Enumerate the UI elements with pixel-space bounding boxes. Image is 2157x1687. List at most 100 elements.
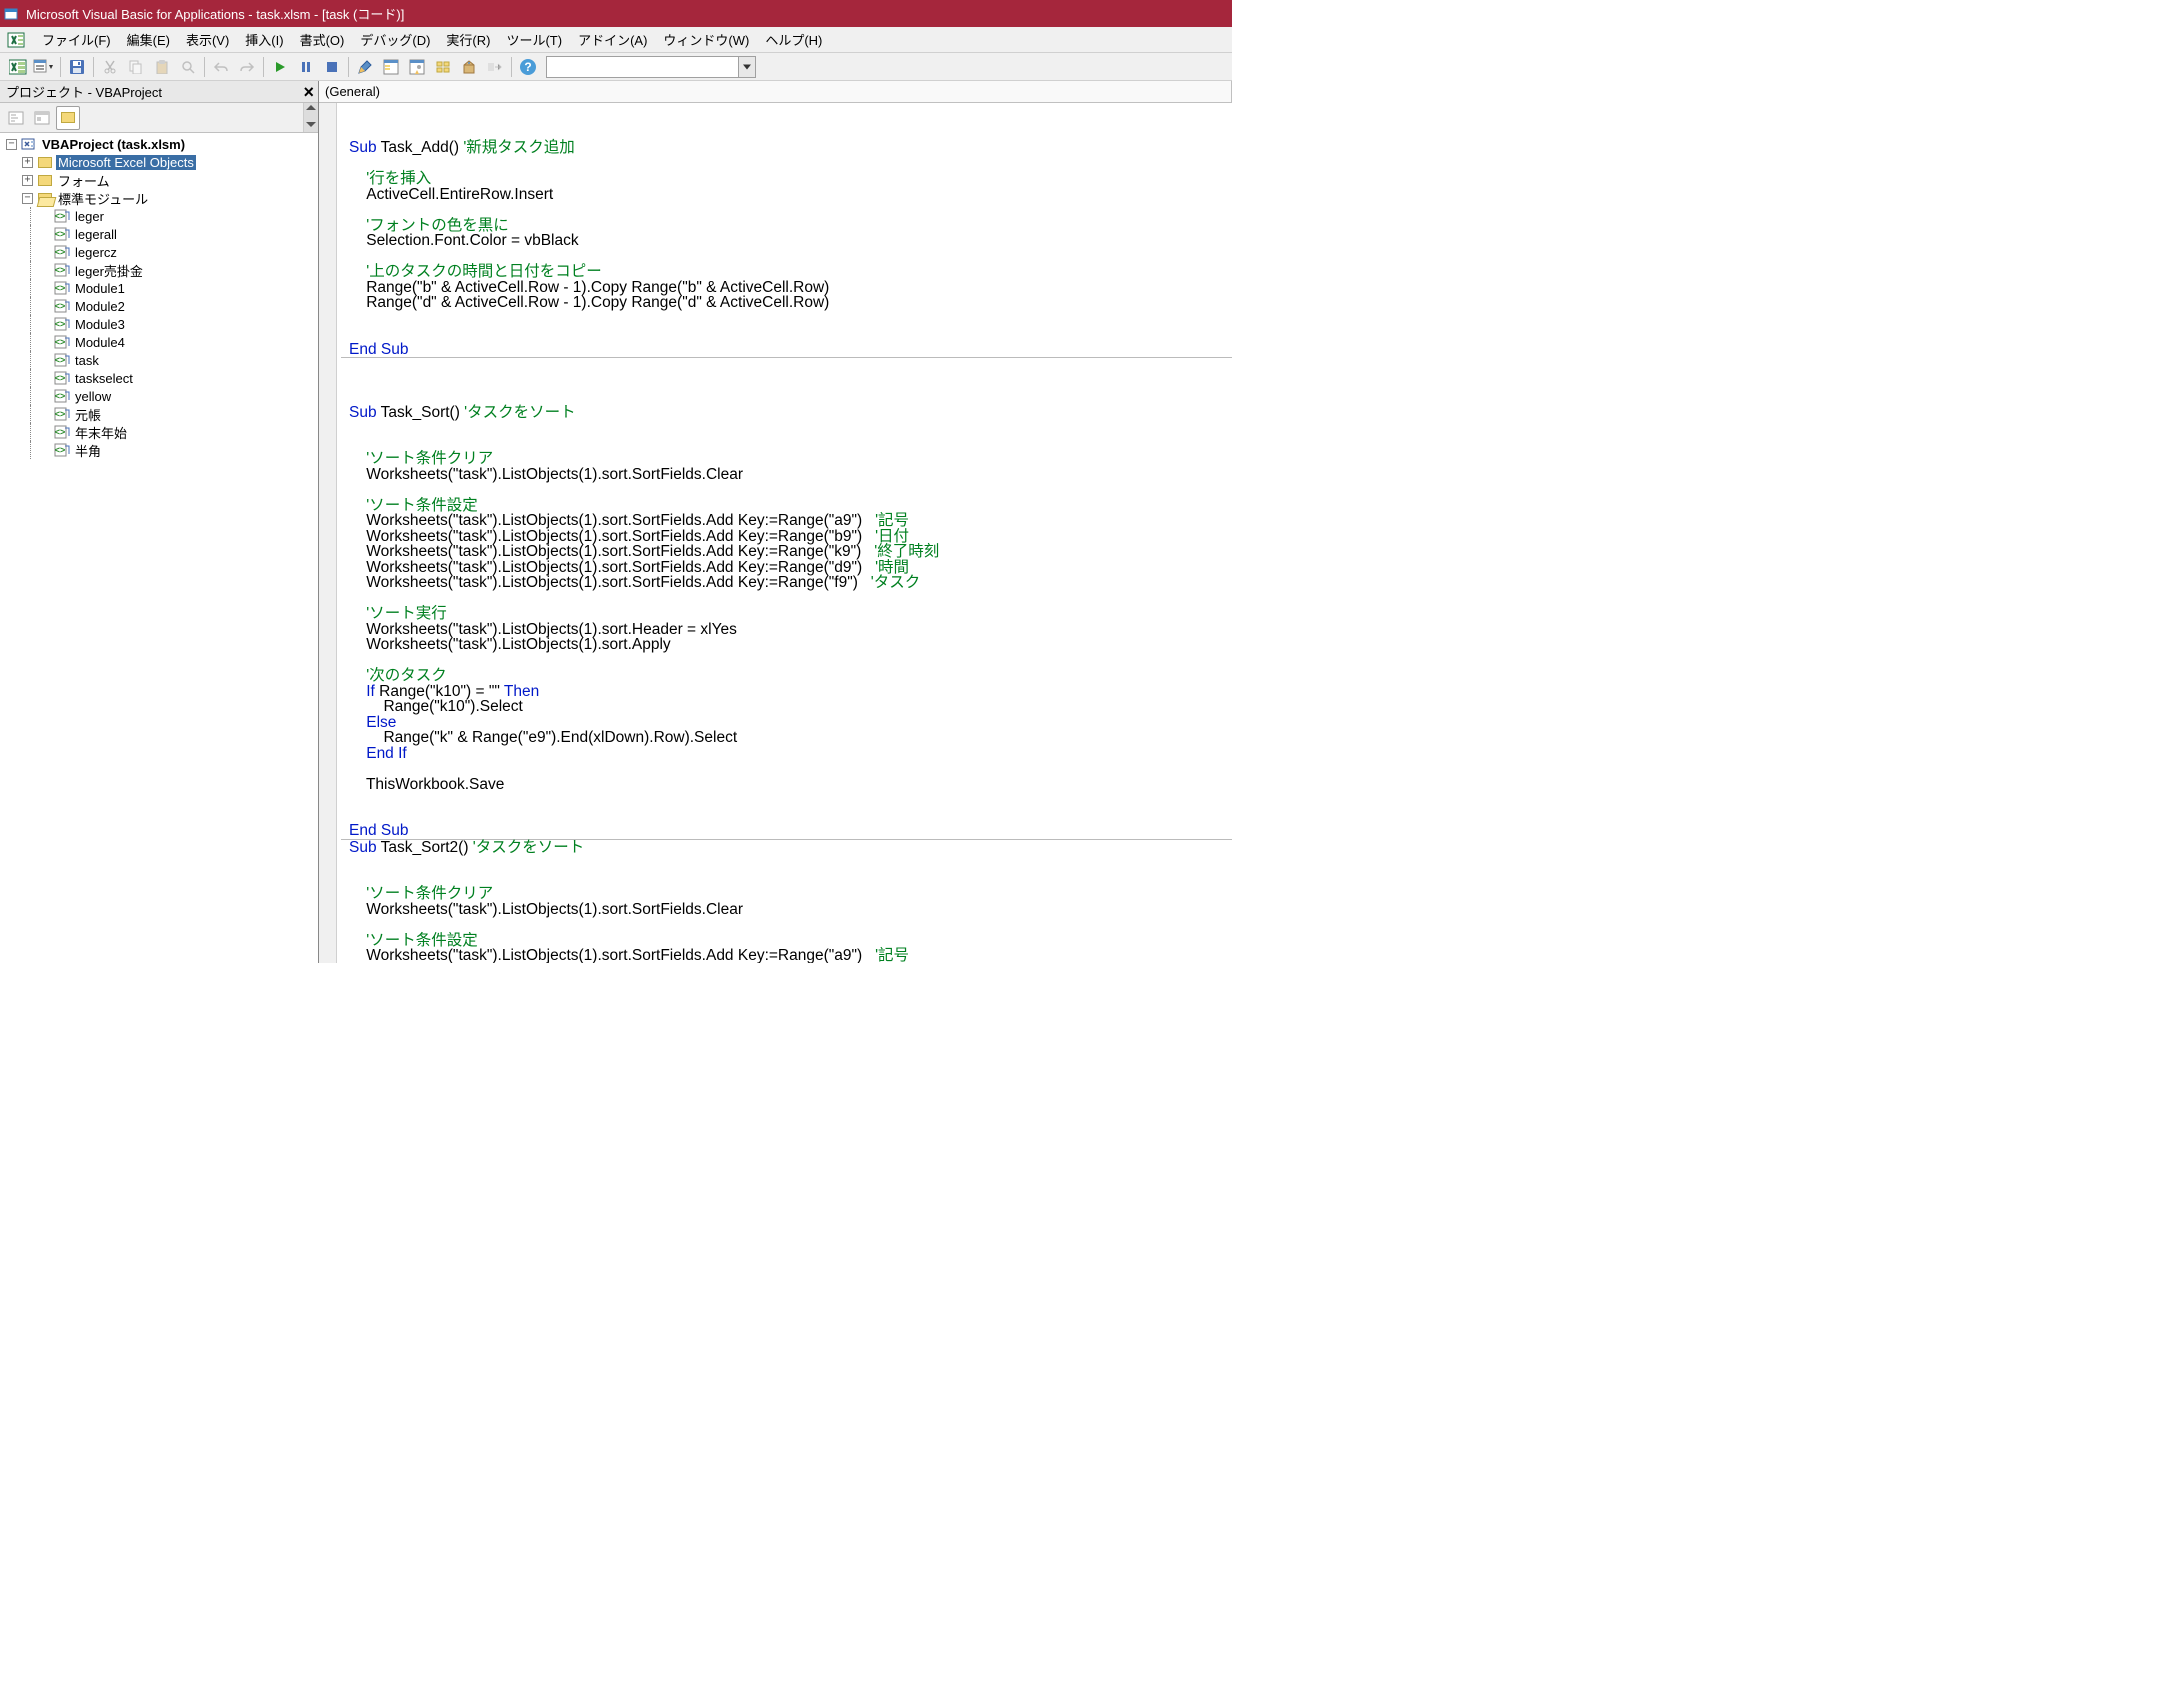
code-editor-area: (General) Sub Task_Add() '新規タスク追加 '行を挿入 … [319,81,1232,963]
tree-root-label: VBAProject (task.xlsm) [40,137,187,152]
menu-run[interactable]: 実行(R) [438,28,498,51]
object-browser-button[interactable] [431,55,455,79]
redo-button[interactable] [235,55,259,79]
insert-dropdown-button[interactable] [32,55,56,79]
tree-module-item[interactable]: <>Module3 [0,315,318,333]
find-button[interactable] [176,55,200,79]
tree-module-item[interactable]: <>taskselect [0,369,318,387]
tree-module-label: taskselect [73,371,135,386]
tree-module-item[interactable]: <>leger売掛金 [0,261,318,279]
tree-module-item[interactable]: <>task [0,351,318,369]
tree-module-item[interactable]: <> Module2 [0,297,318,315]
excel-icon[interactable] [6,30,26,50]
svg-text:<>: <> [55,445,66,455]
run-button[interactable] [268,55,292,79]
menu-edit[interactable]: 編集(E) [119,28,178,51]
folder-icon [37,173,53,187]
project-explorer-button[interactable] [379,55,403,79]
toolbox-button[interactable] [457,55,481,79]
module-icon: <> [54,245,70,259]
toolbar-separator [348,57,349,77]
help-button[interactable]: ? [516,55,540,79]
undo-button[interactable] [209,55,233,79]
project-explorer-header: プロジェクト - VBAProject × [0,81,318,103]
save-button[interactable] [65,55,89,79]
module-icon: <> [54,263,70,277]
tree-module-label: legerall [73,227,119,242]
tree-module-label: 半角 [73,441,103,460]
properties-button[interactable] [405,55,429,79]
collapse-icon[interactable]: − [22,193,33,204]
tree-forms-label: フォーム [56,171,112,190]
code-content[interactable]: Sub Task_Add() '新規タスク追加 '行を挿入 ActiveCell… [341,103,1232,963]
view-excel-button[interactable] [6,55,30,79]
svg-text:<>: <> [55,211,66,221]
view-code-button[interactable] [4,106,28,130]
tree-folder-modules[interactable]: − 標準モジュール [0,189,318,207]
tree-folder-excel-objects[interactable]: + Microsoft Excel Objects [0,153,318,171]
module-icon: <> [54,425,70,439]
paste-button[interactable] [150,55,174,79]
tree-folder-forms[interactable]: + フォーム [0,171,318,189]
code-editor[interactable]: Sub Task_Add() '新規タスク追加 '行を挿入 ActiveCell… [319,103,1232,963]
tree-module-item[interactable]: <> 年末年始 [0,423,318,441]
menu-debug[interactable]: デバッグ(D) [352,28,438,51]
tab-order-button[interactable] [483,55,507,79]
view-object-button[interactable] [30,106,54,130]
tree-module-label: Module2 [73,299,127,314]
svg-text:<>: <> [55,283,66,293]
menu-format[interactable]: 書式(O) [292,28,353,51]
scroll-stub[interactable] [303,103,318,132]
svg-text:?: ? [524,60,531,74]
module-icon: <> [54,353,70,367]
tree-project-root[interactable]: − VBAProject (task.xlsm) [0,135,318,153]
project-toolbar [0,103,318,133]
object-dropdown[interactable]: (General) [319,81,1232,102]
menu-view[interactable]: 表示(V) [178,28,237,51]
object-dropdown-value: (General) [325,84,380,99]
tree-module-item[interactable]: <>Module4 [0,333,318,351]
folder-open-icon [37,191,53,205]
tree-module-item[interactable]: <> 半角 [0,441,318,459]
expand-icon[interactable]: + [22,157,33,168]
copy-button[interactable] [124,55,148,79]
tree-module-item[interactable]: <>元帳 [0,405,318,423]
module-icon: <> [54,317,70,331]
cut-button[interactable] [98,55,122,79]
toolbar-separator [511,57,512,77]
tree-module-label: task [73,353,101,368]
tree-module-item[interactable]: <>leger [0,207,318,225]
menu-window[interactable]: ウィンドウ(W) [655,28,757,51]
svg-text:<>: <> [55,427,66,437]
design-mode-button[interactable] [353,55,377,79]
break-button[interactable] [294,55,318,79]
tree-module-label: 年末年始 [73,423,129,442]
tree-module-item[interactable]: <>legerall [0,225,318,243]
tree-module-label: yellow [73,389,113,404]
procedure-combo[interactable] [546,56,756,78]
menu-tools[interactable]: ツール(T) [498,28,570,51]
code-header: (General) [319,81,1232,103]
tree-module-label: Module3 [73,317,127,332]
collapse-icon[interactable]: − [6,139,17,150]
tree-module-item[interactable]: <> Module1 [0,279,318,297]
tree-module-item[interactable]: <>yellow [0,387,318,405]
project-tree[interactable]: − VBAProject (task.xlsm) + Microsoft Exc… [0,133,318,963]
module-icon: <> [54,335,70,349]
menu-file[interactable]: ファイル(F) [34,28,119,51]
module-icon: <> [54,407,70,421]
tree-module-label: Module1 [73,281,127,296]
menu-addins[interactable]: アドイン(A) [570,28,655,51]
menu-insert[interactable]: 挿入(I) [237,28,291,51]
toggle-folders-button[interactable] [56,106,80,130]
tree-module-label: 元帳 [73,405,103,424]
svg-text:<>: <> [55,301,66,311]
tree-module-item[interactable]: <>legercz [0,243,318,261]
close-icon[interactable]: × [303,82,314,103]
reset-button[interactable] [320,55,344,79]
expand-icon[interactable]: + [22,175,33,186]
menu-help[interactable]: ヘルプ(H) [757,28,830,51]
toolbar-separator [204,57,205,77]
tree-excel-objects-label: Microsoft Excel Objects [56,155,196,170]
toolbar-separator [263,57,264,77]
